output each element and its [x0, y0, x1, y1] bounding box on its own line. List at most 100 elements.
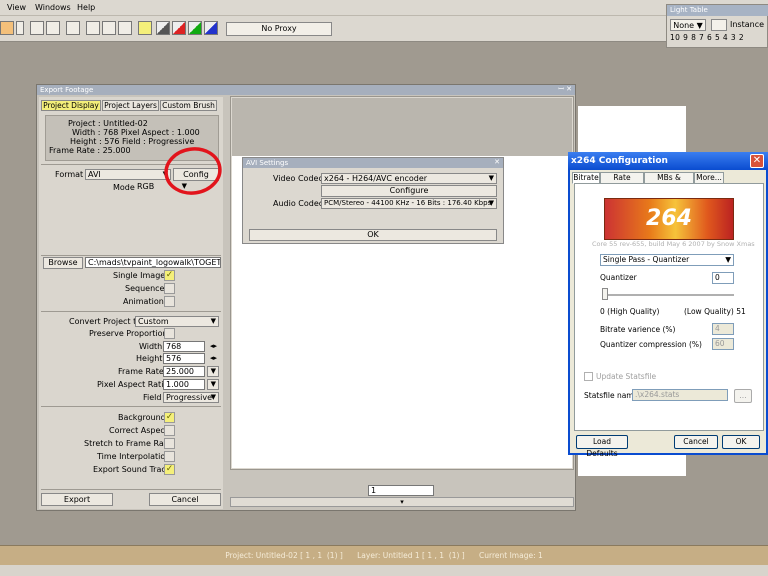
browse-button[interactable]: Browse: [43, 257, 83, 269]
guide-tool-icon[interactable]: [46, 21, 60, 35]
sequence-label: Sequence: [125, 284, 165, 293]
pixel-aspect-dropdown[interactable]: ▼: [207, 379, 219, 390]
info-frame-rate: Frame Rate : 25.000: [49, 146, 131, 155]
format-label: Format: [55, 170, 84, 179]
correct-aspect-checkbox[interactable]: [164, 425, 175, 436]
close-icon[interactable]: ꟷ ✕: [558, 85, 572, 94]
x264-title: x264 Configuration: [568, 152, 768, 170]
update-statsfile-label: Update Statsfile: [596, 372, 657, 381]
convert-dropdown[interactable]: Custom ▼: [135, 316, 219, 327]
height-label: Height: [136, 354, 163, 363]
menu-view[interactable]: View: [7, 3, 26, 12]
preview-scrollbar[interactable]: ▾: [230, 497, 574, 507]
close-icon[interactable]: ✕: [750, 154, 764, 168]
light-table-panel: Light Table None ▼ Instance 10 9 8 7 6 5…: [666, 4, 768, 48]
height-spinner-icon[interactable]: ◂▸: [210, 354, 217, 362]
pixel-aspect-field[interactable]: 1.000: [163, 379, 205, 390]
close-icon[interactable]: ✕: [494, 158, 500, 166]
split-view-icon[interactable]: [118, 21, 132, 35]
bitrate-variance-field[interactable]: 4: [712, 323, 734, 335]
dropdown-tool-icon[interactable]: [16, 21, 24, 35]
background-label: Background: [118, 413, 166, 422]
bitrate-variance-label: Bitrate varience (%): [600, 325, 676, 334]
light-table-title: Light Table: [667, 5, 768, 16]
width-spinner-icon[interactable]: ◂▸: [210, 342, 217, 350]
quantizer-label: Quantizer: [600, 273, 637, 282]
quantizer-slider-track[interactable]: [604, 294, 734, 296]
quantizer-compression-field[interactable]: 60: [712, 338, 734, 350]
annotation-circle: [164, 147, 222, 195]
animation-checkbox[interactable]: [164, 296, 175, 307]
light-table-none-dropdown[interactable]: None ▼: [670, 19, 706, 31]
statsfile-browse-button[interactable]: ...: [734, 389, 752, 403]
color-green-icon[interactable]: [188, 21, 202, 35]
video-codec-dropdown[interactable]: x264 - H264/AVC encoder ▼: [321, 173, 497, 184]
encoding-mode-dropdown[interactable]: Single Pass - Quantizer ▼: [600, 254, 734, 266]
configure-button[interactable]: Configure: [321, 185, 497, 197]
ok-button[interactable]: OK: [249, 229, 497, 241]
correct-aspect-label: Correct Aspect: [109, 426, 168, 435]
export-sound-checkbox[interactable]: ✓: [164, 464, 175, 475]
stack-tool-icon[interactable]: [66, 21, 80, 35]
tab-project-layers[interactable]: Project Layers: [102, 100, 159, 111]
audio-codec-dropdown[interactable]: PCM/Stereo - 44100 KHz - 16 Bits : 176.4…: [321, 198, 497, 209]
toolbar: [0, 16, 768, 42]
preserve-proportion-label: Preserve Proportion: [89, 329, 168, 338]
menu-help[interactable]: Help: [77, 3, 95, 12]
export-path-field[interactable]: C:\mads\tvpaint_logowalk\TOGETHER: [85, 257, 221, 268]
info-width-aspect: Width : 768 Pixel Aspect : 1.000: [72, 128, 200, 137]
stretch-label: Stretch to Frame Rate: [84, 439, 172, 448]
load-defaults-button[interactable]: Load Defaults: [576, 435, 628, 458]
layer-tool-icon[interactable]: [0, 21, 14, 35]
grid-tool-icon[interactable]: [30, 21, 44, 35]
frame-rate-field[interactable]: 25.000: [163, 366, 205, 377]
quantizer-slider-thumb[interactable]: [602, 288, 608, 300]
preserve-proportion-checkbox[interactable]: [164, 328, 175, 339]
bottom-strip: [0, 565, 768, 576]
color-blue-icon[interactable]: [204, 21, 218, 35]
color-red-icon[interactable]: [172, 21, 186, 35]
background-checkbox[interactable]: ✓: [164, 412, 175, 423]
cancel-button[interactable]: Cancel: [149, 493, 221, 506]
update-statsfile-checkbox[interactable]: [584, 372, 593, 381]
divider: [41, 406, 221, 407]
statsfile-name-label: Statsfile name: [584, 391, 639, 400]
time-interpolation-label: Time Interpolation: [97, 452, 171, 461]
proxy-field[interactable]: No Proxy: [226, 22, 332, 36]
export-button[interactable]: Export: [41, 493, 113, 506]
stretch-checkbox[interactable]: [164, 438, 175, 449]
frame-number-field[interactable]: 1: [368, 485, 434, 496]
divider: [41, 489, 221, 490]
width-field[interactable]: 768: [163, 341, 205, 352]
sequence-checkbox[interactable]: [164, 283, 175, 294]
statsfile-name-field[interactable]: .\x264.stats: [632, 389, 728, 401]
menu-bar: View Windows Help: [0, 0, 768, 16]
info-project: Project : Untitled-02: [68, 119, 148, 128]
time-interpolation-checkbox[interactable]: [164, 451, 175, 462]
tab-project-display[interactable]: Project Display: [41, 100, 101, 111]
divider: [41, 255, 221, 256]
color-bw-icon[interactable]: [156, 21, 170, 35]
frame-tool-icon[interactable]: [86, 21, 100, 35]
single-image-checkbox[interactable]: ✓: [164, 270, 175, 281]
x264-configuration-dialog: x264 Configuration ✕ Bitrate Rate Contro…: [568, 152, 768, 458]
animation-label: Animation: [123, 297, 164, 306]
x264-ok-button[interactable]: OK: [722, 435, 760, 449]
single-image-label: Single Image: [113, 271, 166, 280]
grid-view-icon[interactable]: [102, 21, 116, 35]
monitor-icon[interactable]: [138, 21, 152, 35]
format-dropdown[interactable]: AVI ▼: [85, 169, 171, 180]
light-table-numbers[interactable]: 10 9 8 7 6 5 4 3 2: [670, 33, 744, 42]
convert-label: Convert Project to: [69, 317, 142, 326]
video-codec-label: Video Codec: [273, 174, 323, 183]
avi-settings-dialog: AVI Settings ✕ Video Codec x264 - H264/A…: [242, 157, 504, 244]
frame-rate-dropdown[interactable]: ▼: [207, 366, 219, 377]
height-field[interactable]: 576: [163, 353, 205, 364]
field-dropdown[interactable]: Progressive ▼: [163, 392, 219, 403]
quantizer-field[interactable]: 0: [712, 272, 734, 284]
tab-custom-brush[interactable]: Custom Brush: [160, 100, 217, 111]
light-table-toggle[interactable]: [711, 19, 727, 31]
menu-windows[interactable]: Windows: [35, 3, 71, 12]
x264-cancel-button[interactable]: Cancel: [674, 435, 718, 449]
field-label: Field: [143, 393, 162, 402]
